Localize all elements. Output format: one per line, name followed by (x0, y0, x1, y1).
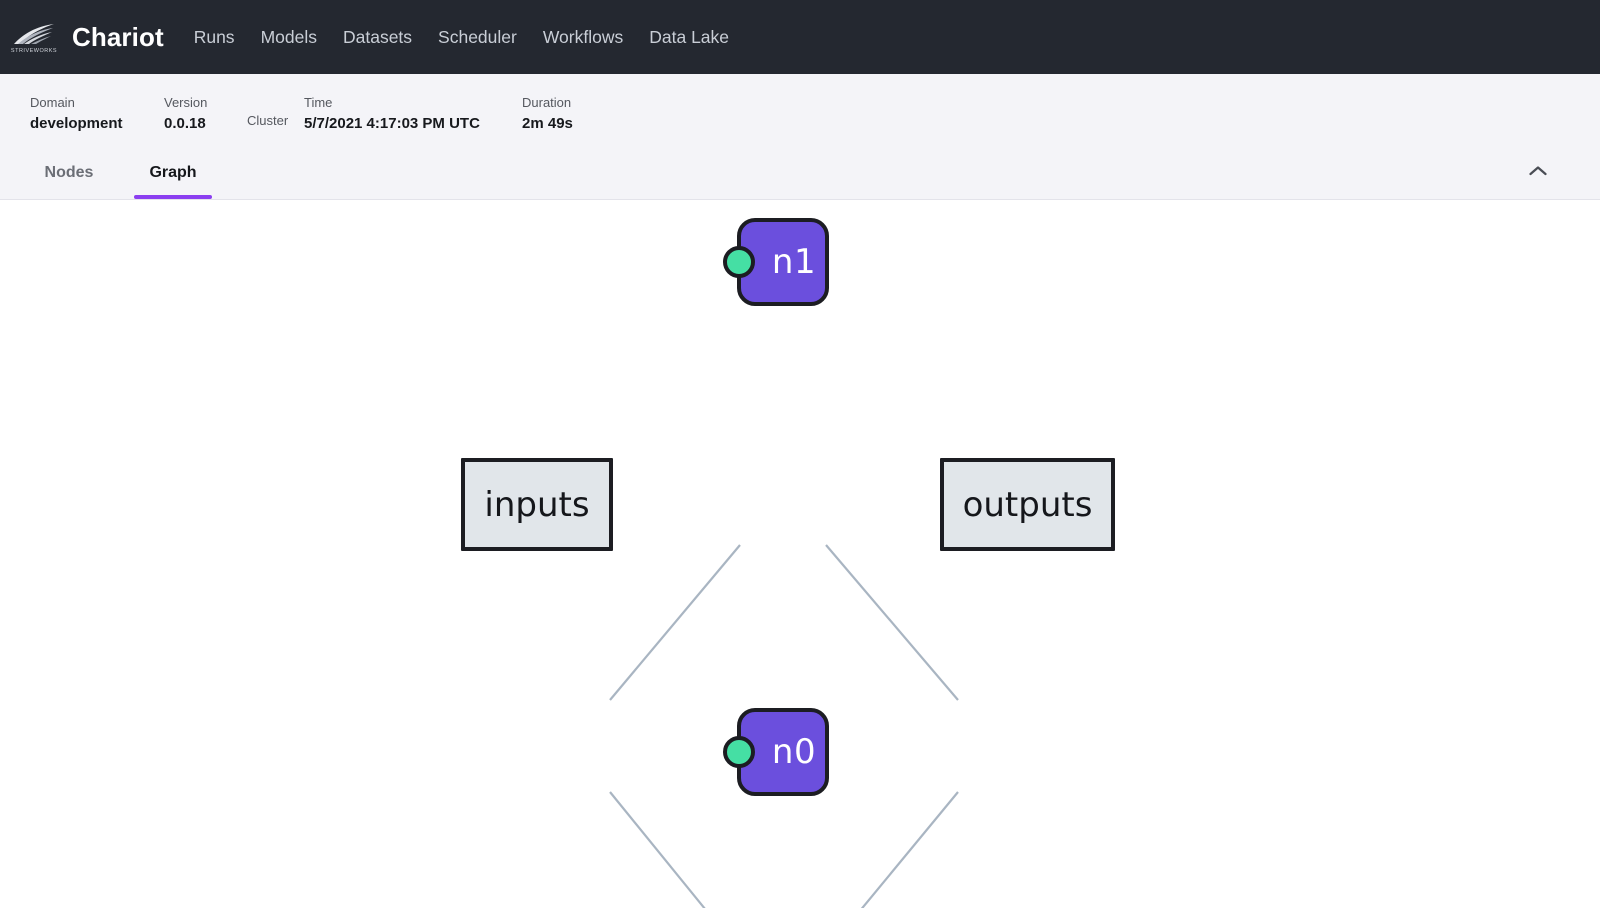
edge-inputs-n0 (609, 791, 706, 908)
meta-duration-value: 2m 49s (522, 115, 573, 132)
view-tabs: Nodes Graph (0, 147, 1600, 199)
graph-node-n0[interactable]: n0 (723, 708, 829, 796)
edge-n0-outputs (860, 791, 959, 908)
collapse-header-button[interactable] (1524, 159, 1552, 187)
run-header: Domain development Version 0.0.18 Cluste… (0, 74, 1600, 200)
meta-duration: Duration 2m 49s (522, 94, 642, 133)
chevron-up-icon (1529, 164, 1547, 182)
graph-edges (609, 544, 959, 908)
edge-inputs-n1 (609, 544, 741, 701)
nav-link-workflows[interactable]: Workflows (543, 27, 623, 48)
graph-node-n1[interactable]: n1 (723, 218, 829, 306)
status-indicator-n1 (723, 246, 755, 278)
tab-graph-label: Graph (149, 164, 197, 181)
graph-node-outputs[interactable]: outputs (940, 458, 1115, 551)
meta-time-label: Time (304, 95, 333, 110)
tab-nodes[interactable]: Nodes (30, 147, 108, 199)
top-navbar: STRIVEWORKS Chariot Runs Models Datasets… (0, 0, 1600, 74)
meta-version: Version 0.0.18 (164, 94, 247, 133)
striveworks-logo-icon: STRIVEWORKS (10, 16, 58, 58)
tab-nodes-label: Nodes (44, 164, 94, 181)
workflow-graph-canvas[interactable]: n1 inputs outputs n0 (0, 200, 1600, 908)
meta-version-value: 0.0.18 (164, 115, 206, 132)
nav-link-datasets[interactable]: Datasets (343, 27, 412, 48)
meta-cluster-label: Cluster (247, 113, 289, 128)
nav-link-scheduler[interactable]: Scheduler (438, 27, 517, 48)
brand-name: Chariot (72, 21, 164, 52)
edge-n1-outputs (825, 544, 959, 701)
run-metadata-bar: Domain development Version 0.0.18 Cluste… (0, 74, 1600, 147)
meta-duration-label: Duration (522, 95, 572, 110)
meta-version-label: Version (164, 95, 208, 110)
meta-time-value: 5/7/2021 4:17:03 PM UTC (304, 115, 480, 132)
main-nav: Runs Models Datasets Scheduler Workflows… (194, 27, 729, 48)
meta-domain: Domain development (30, 94, 164, 133)
graph-node-inputs-label: inputs (484, 484, 590, 525)
meta-domain-value: development (30, 115, 123, 132)
graph-node-n0-label: n0 (771, 732, 817, 772)
brand-logo[interactable]: STRIVEWORKS Chariot (10, 16, 164, 58)
logo-wordmark: STRIVEWORKS (10, 47, 58, 54)
graph-node-outputs-label: outputs (962, 484, 1093, 525)
meta-time: Time 5/7/2021 4:17:03 PM UTC (304, 94, 522, 133)
status-indicator-n0 (723, 736, 755, 768)
meta-domain-label: Domain (30, 95, 75, 110)
tab-graph[interactable]: Graph (134, 147, 212, 199)
nav-link-models[interactable]: Models (261, 27, 317, 48)
nav-link-data-lake[interactable]: Data Lake (649, 27, 729, 48)
nav-link-runs[interactable]: Runs (194, 27, 235, 48)
graph-node-inputs[interactable]: inputs (461, 458, 613, 551)
graph-node-n1-label: n1 (771, 242, 817, 282)
meta-cluster: Cluster (247, 94, 304, 129)
